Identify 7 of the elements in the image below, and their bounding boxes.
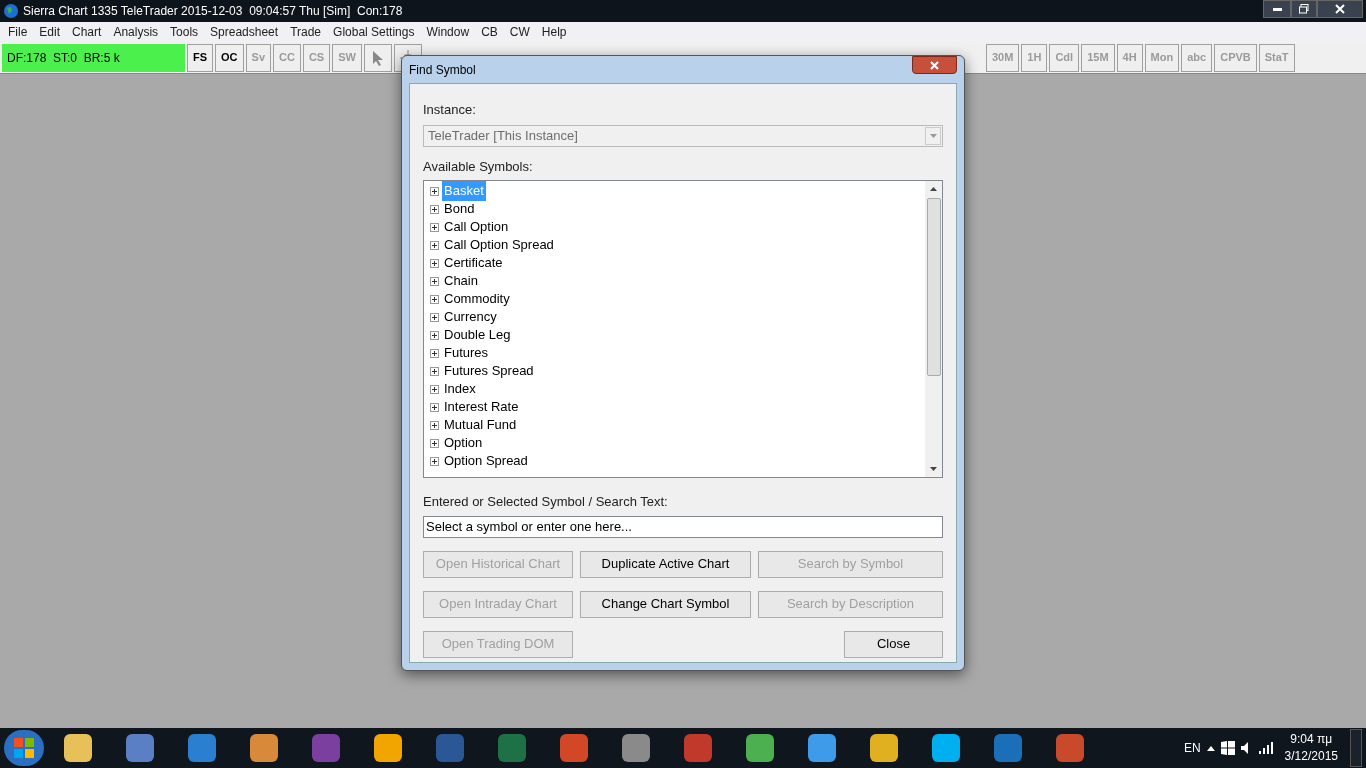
search-label: Entered or Selected Symbol / Search Text: [423, 493, 669, 511]
dropdown-value: TeleTrader [This Instance] [428, 126, 578, 145]
instance-label: Instance: [423, 101, 477, 119]
status-box: DF:178 ST:0 BR:5 k [2, 43, 185, 72]
window-title: Sierra Chart 1335 TeleTrader 2015-12-03 09:04:57 Thu [Sim] Con:178 [23, 3, 403, 20]
symbols-label: Available Symbols: [423, 157, 534, 176]
dialog-title: Find Symbol [409, 61, 476, 79]
